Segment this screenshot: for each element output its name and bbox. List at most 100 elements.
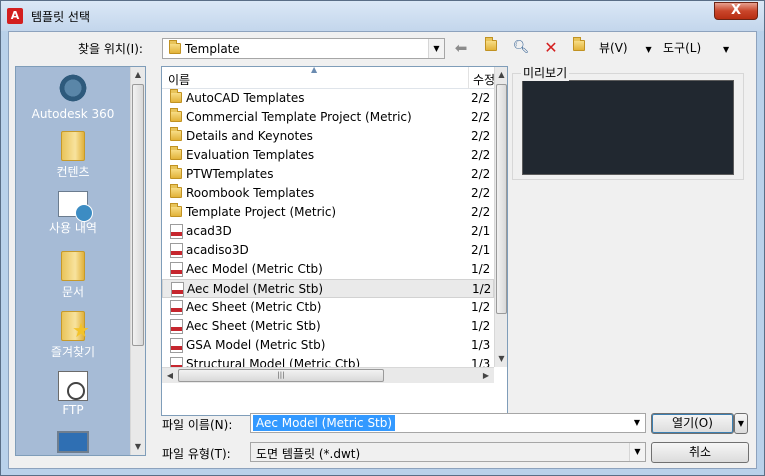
history-icon: [58, 191, 93, 222]
file-row[interactable]: Aec Sheet (Metric Ctb) 1/2: [162, 298, 494, 317]
file-row[interactable]: Roombook Templates 2/2: [162, 184, 494, 203]
open-button[interactable]: 열기(O): [651, 413, 734, 434]
scroll-up-icon[interactable]: ▲: [495, 67, 507, 83]
file-date: 2/2: [471, 110, 491, 124]
cancel-button[interactable]: 취소: [651, 442, 749, 463]
folder-icon: [61, 131, 85, 161]
file-name-value: Aec Model (Metric Stb): [253, 415, 396, 431]
file-list-hscrollbar[interactable]: ◀ ||| ▶: [162, 367, 494, 383]
views-label: 뷰(V): [599, 41, 628, 55]
dialog-window: A 템플릿 선택 X 찾을 위치(I): Template ▼ ⬅ 🔍︎ ✕ 뷰…: [0, 0, 765, 476]
place-label: Autodesk 360: [31, 107, 115, 121]
file-row[interactable]: AutoCAD Templates 2/2: [162, 89, 494, 108]
file-name-label: 파일 이름(N):: [162, 418, 233, 432]
scroll-down-icon[interactable]: ▼: [131, 439, 145, 455]
file-name: Evaluation Templates: [186, 148, 315, 162]
preview-label: 미리보기: [521, 64, 570, 81]
autocad-app-icon[interactable]: A: [7, 8, 23, 24]
delete-icon[interactable]: ✕: [542, 39, 560, 57]
scroll-down-icon[interactable]: ▼: [495, 351, 507, 367]
file-date: 1/3: [471, 338, 491, 352]
file-name: Details and Keynotes: [186, 129, 313, 143]
title-bar[interactable]: A 템플릿 선택 X: [1, 1, 764, 31]
file-row[interactable]: Template Project (Metric) 2/2: [162, 203, 494, 222]
look-in-value: Template: [185, 42, 240, 56]
back-arrow-icon[interactable]: ⬅: [452, 39, 470, 57]
file-row[interactable]: acadiso3D 2/1: [162, 241, 494, 260]
scroll-up-icon[interactable]: ▲: [131, 67, 145, 83]
place-ftp[interactable]: FTP: [16, 371, 130, 417]
close-button[interactable]: X: [714, 2, 758, 20]
window-title: 템플릿 선택: [31, 10, 91, 24]
file-row[interactable]: Commercial Template Project (Metric) 2/2: [162, 108, 494, 127]
favorites-icon: [61, 311, 90, 342]
scroll-thumb[interactable]: [132, 84, 144, 346]
place-autodesk-360[interactable]: Autodesk 360: [16, 71, 130, 121]
place-history[interactable]: 사용 내역: [16, 191, 130, 236]
search-web-icon[interactable]: 🔍︎: [512, 39, 530, 57]
preview-image: [522, 80, 734, 175]
desktop-icon: [57, 431, 89, 453]
column-divider[interactable]: [468, 67, 469, 89]
file-type-value: 도면 템플릿 (*.dwt): [256, 447, 361, 461]
chevron-down-icon[interactable]: ▼: [629, 414, 645, 432]
scroll-left-icon[interactable]: ◀: [162, 368, 178, 384]
file-row[interactable]: acad3D 2/1: [162, 222, 494, 241]
places-bar: Autodesk 360 컨텐츠 사용 내역 문서 즐겨찾기 FTP: [15, 66, 146, 456]
file-date: 2/2: [471, 186, 491, 200]
chevron-down-icon[interactable]: ▼: [629, 443, 645, 461]
folder-icon: [170, 127, 182, 144]
views-menu[interactable]: 뷰(V) ▼: [599, 39, 669, 57]
file-row[interactable]: Aec Sheet (Metric Stb) 1/2: [162, 317, 494, 336]
place-contents[interactable]: 컨텐츠: [16, 131, 130, 180]
file-row[interactable]: PTWTemplates 2/2: [162, 165, 494, 184]
file-date: 2/2: [471, 205, 491, 219]
folder-icon: [170, 89, 182, 106]
column-date-modified[interactable]: 수정: [473, 71, 495, 88]
file-name: Aec Sheet (Metric Stb): [186, 319, 321, 333]
open-options-button[interactable]: ▼: [734, 413, 748, 434]
sort-ascending-icon: ▲: [311, 66, 318, 74]
file-name: GSA Model (Metric Stb): [186, 338, 326, 352]
file-row[interactable]: Evaluation Templates 2/2: [162, 146, 494, 165]
file-name-input[interactable]: Aec Model (Metric Stb) ▼: [250, 413, 646, 433]
place-label: 사용 내역: [49, 221, 97, 235]
place-label: FTP: [62, 403, 84, 417]
file-date: 1/2: [471, 262, 491, 276]
file-date: 1/2: [471, 300, 491, 314]
place-documents[interactable]: 문서: [16, 251, 130, 300]
look-in-label: 찾을 위치(I):: [78, 42, 143, 56]
place-desktop[interactable]: [16, 431, 130, 455]
place-label: 컨텐츠: [56, 165, 90, 179]
file-date: 2/1: [471, 224, 491, 238]
scroll-right-icon[interactable]: ▶: [478, 368, 494, 384]
look-in-combo[interactable]: Template ▼: [162, 38, 445, 59]
scroll-thumb[interactable]: [496, 84, 507, 314]
file-name: Aec Model (Metric Stb): [187, 282, 324, 296]
tools-label: 도구(L): [663, 41, 702, 55]
chevron-down-icon[interactable]: ▼: [428, 39, 444, 58]
up-one-level-icon[interactable]: [482, 37, 500, 57]
folder-icon: [170, 203, 182, 220]
file-row[interactable]: GSA Model (Metric Stb) 1/3: [162, 336, 494, 355]
file-type-select[interactable]: 도면 템플릿 (*.dwt) ▼: [250, 442, 646, 462]
file-row[interactable]: Details and Keynotes 2/2: [162, 127, 494, 146]
file-name: AutoCAD Templates: [186, 91, 305, 105]
file-name: acad3D: [186, 224, 232, 238]
folder-icon: [170, 146, 182, 163]
place-label: 즐겨찾기: [50, 345, 96, 359]
place-favorites[interactable]: 즐겨찾기: [16, 311, 130, 360]
file-rows: AutoCAD Templates 2/2 Commercial Template …: [162, 89, 494, 374]
file-row[interactable]: Aec Model (Metric Stb) 1/2: [162, 279, 494, 298]
tools-menu[interactable]: 도구(L) ▼: [663, 39, 753, 57]
new-folder-icon[interactable]: [570, 37, 588, 57]
file-row[interactable]: Aec Model (Metric Ctb) 1/2: [162, 260, 494, 279]
file-list-vscrollbar[interactable]: ▲ ▼: [494, 67, 507, 367]
file-date: 1/2: [472, 282, 492, 296]
file-name: Aec Sheet (Metric Ctb): [186, 300, 322, 314]
column-name[interactable]: 이름: [168, 71, 190, 88]
chevron-down-icon: ▼: [722, 45, 730, 54]
scroll-thumb[interactable]: |||: [178, 369, 384, 382]
places-scrollbar[interactable]: ▲ ▼: [130, 67, 145, 455]
file-date: 2/2: [471, 129, 491, 143]
